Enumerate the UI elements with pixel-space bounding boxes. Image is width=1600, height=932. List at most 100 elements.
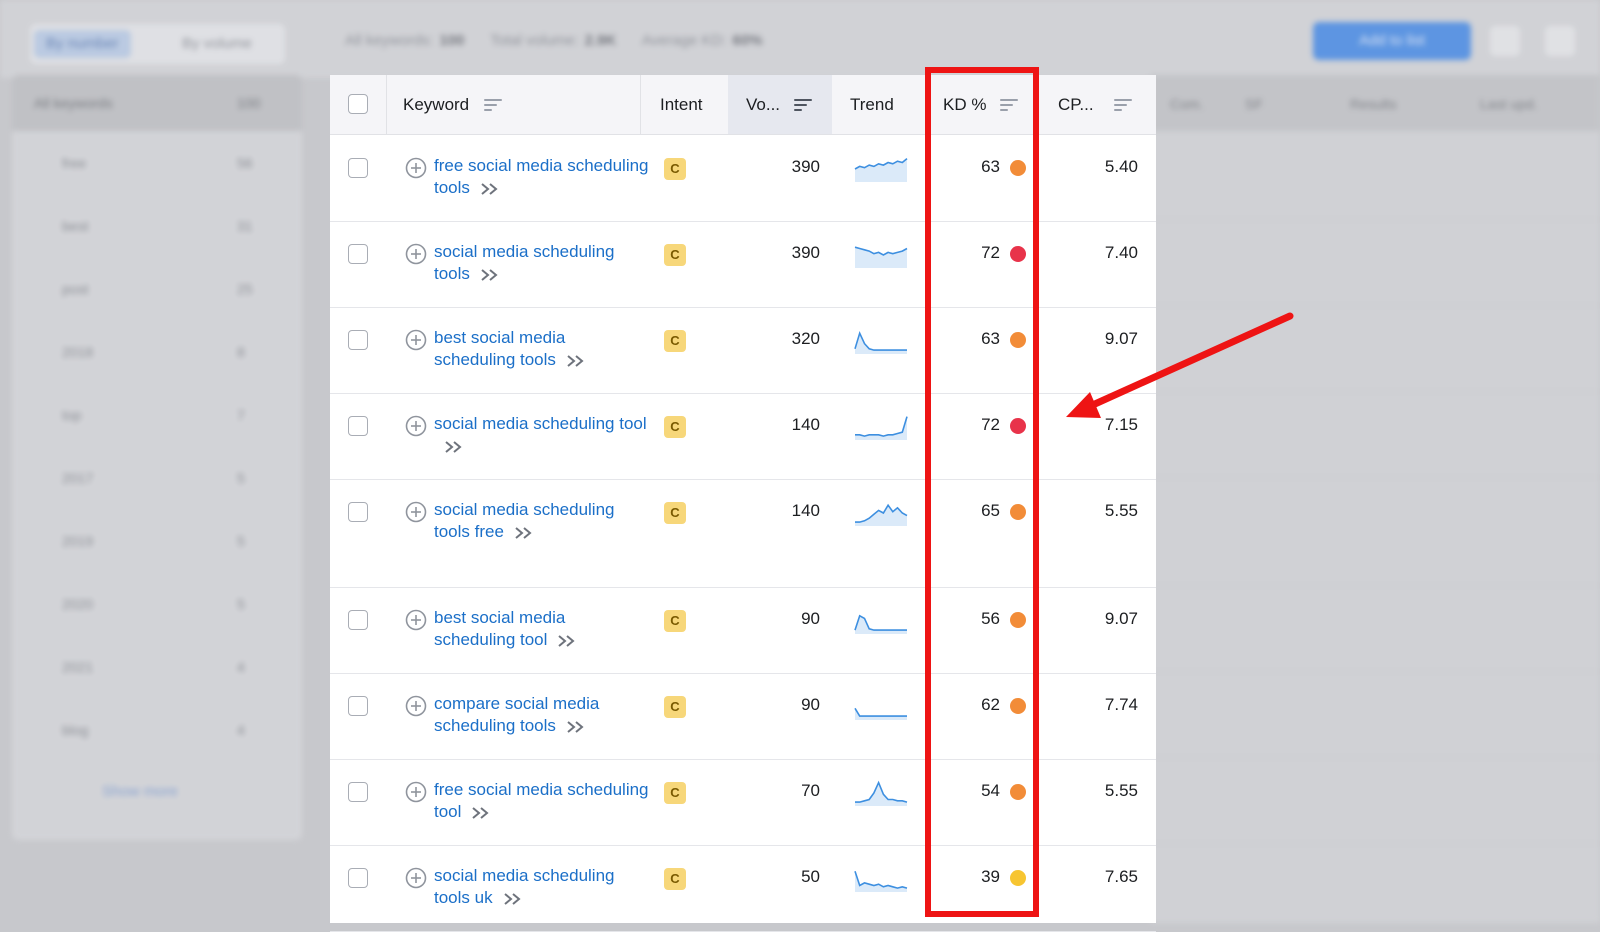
- add-keyword-icon[interactable]: [405, 501, 427, 523]
- sort-icon[interactable]: [484, 98, 502, 112]
- column-header-sf: SF: [1245, 96, 1263, 112]
- sidebar-item-count: 56: [237, 155, 253, 171]
- sidebar-item[interactable]: 2018 8: [12, 322, 302, 384]
- row-checkbox[interactable]: [348, 782, 368, 802]
- serp-chevron-icon[interactable]: [514, 526, 534, 540]
- hidden-row: [1150, 671, 1600, 758]
- sort-icon[interactable]: [794, 98, 812, 112]
- sidebar-item[interactable]: best 31: [12, 196, 302, 258]
- sidebar-item-name: 2017: [62, 470, 94, 486]
- serp-chevron-icon[interactable]: [503, 892, 523, 906]
- serp-chevron-icon[interactable]: [444, 440, 464, 454]
- keyword-link[interactable]: social media scheduling tool: [434, 414, 647, 433]
- column-header-keyword[interactable]: Keyword: [403, 75, 469, 134]
- column-header-com: Com.: [1170, 96, 1204, 112]
- select-all-checkbox[interactable]: [348, 94, 368, 114]
- add-to-list-button[interactable]: Add to list: [1313, 22, 1471, 60]
- column-header-volume[interactable]: Vo...: [746, 75, 780, 134]
- serp-chevron-icon[interactable]: [566, 354, 586, 368]
- stat-value: 2.9K: [584, 32, 617, 49]
- add-keyword-icon[interactable]: [405, 415, 427, 437]
- cpc-value: 7.65: [1104, 867, 1138, 886]
- column-header-cpc[interactable]: CP...: [1058, 75, 1094, 134]
- cpc-value: 9.07: [1104, 329, 1138, 348]
- user-icon[interactable]: [1545, 26, 1575, 56]
- trend-line: [854, 707, 907, 717]
- intent-badge: C: [664, 782, 686, 804]
- sidebar-item-name: top: [62, 407, 82, 423]
- keyword-stats: All keywords: 100 Total volume: 2.9K Avera…: [345, 32, 785, 49]
- show-more-link[interactable]: Show more: [102, 783, 178, 800]
- add-keyword-icon[interactable]: [405, 243, 427, 265]
- row-checkbox[interactable]: [348, 868, 368, 888]
- hidden-row: [1150, 585, 1600, 672]
- row-checkbox[interactable]: [348, 158, 368, 178]
- volume-value: 70: [801, 781, 820, 800]
- keyword-cell: best social media scheduling tools: [434, 327, 649, 371]
- serp-chevron-icon[interactable]: [480, 182, 500, 196]
- volume-value: 140: [791, 415, 820, 434]
- column-header-results: Results: [1350, 96, 1397, 112]
- keyword-link[interactable]: social media scheduling tools uk: [434, 866, 615, 907]
- volume-value: 90: [801, 609, 820, 628]
- add-keyword-icon[interactable]: [405, 329, 427, 351]
- tab-by-number[interactable]: By number: [34, 30, 131, 58]
- stat-label: Average KD:: [641, 32, 727, 49]
- serp-chevron-icon[interactable]: [566, 720, 586, 734]
- trend-area: [855, 871, 907, 892]
- tab-by-volume[interactable]: By volume: [170, 30, 264, 58]
- column-divider: [386, 75, 387, 134]
- sidebar-item[interactable]: top 7: [12, 385, 302, 447]
- row-checkbox[interactable]: [348, 696, 368, 716]
- sidebar-item[interactable]: 2019 5: [12, 511, 302, 573]
- cpc-value: 7.74: [1104, 695, 1138, 714]
- column-header-intent[interactable]: Intent: [660, 75, 703, 134]
- add-keyword-icon[interactable]: [405, 695, 427, 717]
- serp-chevron-icon[interactable]: [480, 268, 500, 282]
- group-tabs: By number By volume: [30, 24, 285, 64]
- serp-chevron-icon[interactable]: [471, 806, 491, 820]
- row-checkbox[interactable]: [348, 244, 368, 264]
- sidebar-item[interactable]: free 56: [12, 133, 302, 195]
- row-checkbox[interactable]: [348, 502, 368, 522]
- sidebar-item[interactable]: 2021 4: [12, 637, 302, 699]
- keyword-link[interactable]: social media scheduling tools: [434, 242, 615, 283]
- trend-sparkline: [854, 614, 907, 634]
- sidebar-header-count: 100: [237, 95, 261, 111]
- keyword-cell: free social media scheduling tool: [434, 779, 649, 823]
- stat-value: 100: [439, 32, 465, 49]
- add-keyword-icon[interactable]: [405, 157, 427, 179]
- sidebar-item-count: 5: [237, 533, 245, 549]
- keyword-link[interactable]: best social media scheduling tool: [434, 608, 565, 649]
- row-checkbox[interactable]: [348, 610, 368, 630]
- add-keyword-icon[interactable]: [405, 781, 427, 803]
- intent-badge: C: [664, 244, 686, 266]
- volume-value: 140: [791, 501, 820, 520]
- row-checkbox[interactable]: [348, 416, 368, 436]
- add-keyword-icon[interactable]: [405, 867, 427, 889]
- serp-chevron-icon[interactable]: [557, 634, 577, 648]
- export-icon[interactable]: [1490, 26, 1520, 56]
- hidden-row: [1150, 391, 1600, 478]
- sidebar-item[interactable]: blog 4: [12, 700, 302, 762]
- trend-sparkline: [854, 157, 908, 182]
- kd-column-highlight: [925, 67, 1039, 917]
- column-header-trend[interactable]: Trend: [850, 75, 894, 134]
- sidebar-item-name: blog: [62, 722, 89, 738]
- cpc-value: 7.15: [1104, 415, 1138, 434]
- sidebar-item[interactable]: post 25: [12, 259, 302, 321]
- sidebar-item-count: 8: [237, 344, 245, 360]
- add-keyword-icon[interactable]: [405, 609, 427, 631]
- row-checkbox[interactable]: [348, 330, 368, 350]
- keyword-link[interactable]: best social media scheduling tools: [434, 328, 565, 369]
- keyword-link[interactable]: free social media scheduling tool: [434, 780, 649, 821]
- keyword-link[interactable]: free social media scheduling tools: [434, 156, 649, 197]
- keyword-cell: social media scheduling tools uk: [434, 865, 649, 909]
- sidebar-item[interactable]: 2017 5: [12, 448, 302, 510]
- sidebar-item[interactable]: 2020 5: [12, 574, 302, 636]
- volume-value: 390: [791, 243, 820, 262]
- keyword-cell: best social media scheduling tool: [434, 607, 649, 651]
- hidden-columns-header: Com. SF Results Last upd.: [1150, 75, 1600, 131]
- sort-icon[interactable]: [1114, 98, 1132, 112]
- trend-sparkline: [854, 330, 907, 354]
